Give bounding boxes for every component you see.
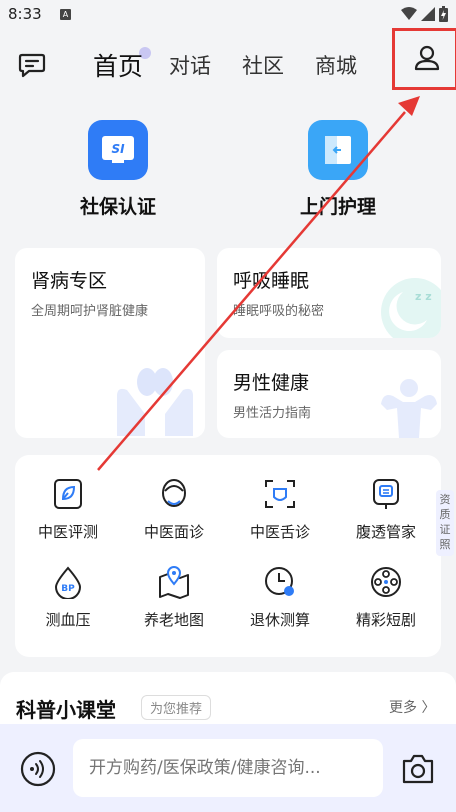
card-title: 呼吸睡眠 [233,270,310,292]
svg-text:BP: BP [61,584,75,594]
film-icon [371,567,401,597]
status-time: 8:33 [8,5,42,23]
tab-home[interactable]: 首页 [93,47,143,83]
qualification-tag[interactable]: 资质证照 [436,490,454,556]
face-diagnosis-icon [162,479,186,507]
svg-text:SI: SI [111,142,125,156]
si-icon: SI [88,120,148,180]
quick-action-label: 社保认证 [79,196,156,218]
muscle-icon [381,379,437,438]
card-title: 男性健康 [233,372,310,394]
card-subtitle: 男性活力指南 [233,406,312,421]
signal-icon [421,7,435,21]
tab-community[interactable]: 社区 [242,50,284,80]
service-blood-pressure[interactable]: BP 测血压 [15,565,121,630]
service-tcm-eval[interactable]: 中医评测 [15,477,121,542]
door-icon [308,120,368,180]
service-elderly-map[interactable]: 养老地图 [121,565,227,630]
battery-icon [439,6,448,22]
service-label: 测血压 [45,611,91,629]
service-tongue-diagnosis[interactable]: 中医舌诊 [227,477,333,542]
clock-icon [265,567,294,596]
service-label: 精彩短剧 [355,611,416,629]
recommend-tag: 为您推荐 [141,695,212,720]
service-short-drama[interactable]: 精彩短剧 [333,565,439,630]
status-icons [401,6,448,22]
top-navigation: 首页 对话 社区 商城 [0,28,456,96]
service-label: 养老地图 [143,611,204,629]
section-title: 科普小课堂 [16,698,116,722]
voice-icon[interactable] [20,751,56,787]
message-icon[interactable] [18,52,46,78]
card-mens-health[interactable]: 男性健康 男性活力指南 [217,350,441,438]
blood-pressure-icon: BP [54,566,82,600]
card-title: 肾病专区 [31,270,108,292]
status-bar: 8:33 A [0,0,456,34]
service-dialysis[interactable]: 腹透管家 [333,477,439,542]
service-retirement-calc[interactable]: 退休测算 [227,565,333,630]
search-input[interactable] [73,739,383,797]
tongue-diagnosis-icon [265,480,295,508]
service-label: 中医面诊 [143,523,204,541]
card-subtitle: 睡眠呼吸的秘密 [233,304,325,319]
quick-action-home-care[interactable]: 上门护理 [258,120,418,219]
more-link[interactable]: 更多 〉 [389,697,435,717]
service-label: 中医舌诊 [249,523,310,541]
svg-text:z z: z z [415,290,432,303]
camera-icon[interactable] [400,751,436,787]
quick-action-social-security[interactable]: SI 社保认证 [38,120,198,219]
user-icon [414,45,440,71]
card-subtitle: 全周期呵护肾脏健康 [31,304,149,319]
quick-action-label: 上门护理 [299,196,376,218]
tcm-eval-icon [54,479,82,509]
service-label: 腹透管家 [355,523,416,541]
card-kidney[interactable]: 肾病专区 全周期呵护肾脏健康 [15,248,205,438]
hands-kidney-icon [117,368,193,436]
tab-chat[interactable]: 对话 [169,50,211,80]
services-panel: 中医评测 中医面诊 中医舌诊 腹透管家 BP 测血压 养老地图 退休测算 精彩短… [15,455,441,657]
service-label: 退休测算 [249,611,310,629]
tab-mall[interactable]: 商城 [315,50,357,80]
card-sleep[interactable]: 呼吸睡眠 睡眠呼吸的秘密 z z [217,248,441,338]
map-icon [159,565,189,599]
moon-icon: z z [381,278,441,338]
profile-button[interactable] [392,28,456,90]
wifi-icon [401,7,417,20]
dialysis-icon [373,479,399,509]
bottom-input-bar [0,724,456,812]
notification-icon: A [60,9,71,20]
service-label: 中医评测 [37,523,98,541]
service-face-diagnosis[interactable]: 中医面诊 [121,477,227,542]
